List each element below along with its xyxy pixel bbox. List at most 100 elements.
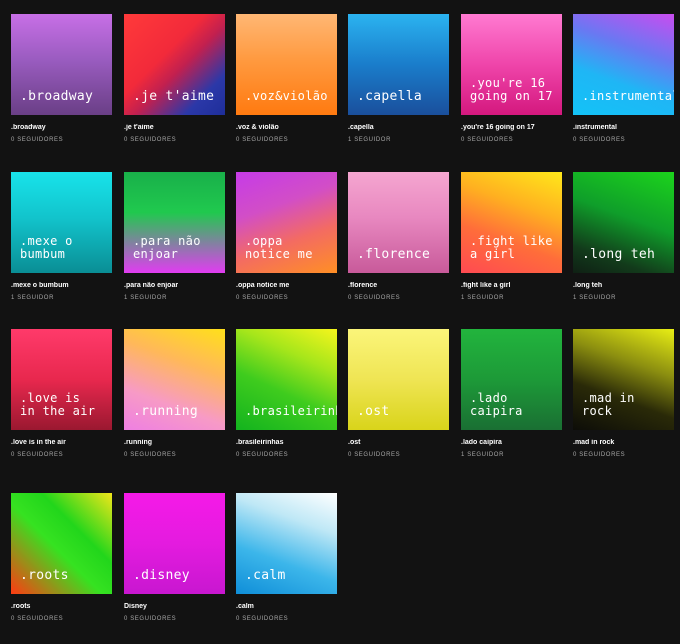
playlist-followers: 0 SEGUIDORES bbox=[573, 137, 626, 143]
playlist-followers: 0 SEGUIDORES bbox=[124, 452, 177, 458]
playlist-cover[interactable]: .oppa notice me bbox=[236, 172, 337, 273]
playlist-cover-label: .para não enjoar bbox=[133, 234, 201, 261]
playlist-title[interactable]: .lado caipira bbox=[461, 439, 562, 446]
playlist-title[interactable]: .ost bbox=[348, 439, 449, 446]
playlist-cover[interactable]: .calm bbox=[236, 493, 337, 594]
playlist-followers: 0 SEGUIDORES bbox=[348, 295, 401, 301]
playlist-cover[interactable]: .capella bbox=[348, 14, 449, 115]
playlist-followers: 0 SEGUIDORES bbox=[348, 452, 401, 458]
playlist-cover[interactable]: .je t'aime bbox=[124, 14, 225, 115]
playlist-cover[interactable]: .roots bbox=[11, 493, 112, 594]
playlist-cover[interactable]: .love is in the air bbox=[11, 329, 112, 430]
playlist-cover[interactable]: .mad in rock bbox=[573, 329, 674, 430]
playlist-title[interactable]: .love is in the air bbox=[11, 439, 112, 446]
playlist-cover-label: .voz&violão bbox=[245, 89, 328, 103]
playlist-followers: 0 SEGUIDORES bbox=[124, 137, 177, 143]
playlist-title[interactable]: .florence bbox=[348, 282, 449, 289]
playlist-cover[interactable]: .voz&violão bbox=[236, 14, 337, 115]
playlist-cover-label: .je t'aime bbox=[133, 89, 215, 104]
playlist-cover[interactable]: .broadway bbox=[11, 14, 112, 115]
playlist-card[interactable]: .para não enjoar .para não enjoar 1 SEGUID… bbox=[124, 172, 225, 301]
playlist-followers: 0 SEGUIDORES bbox=[124, 616, 177, 622]
playlist-title[interactable]: .you're 16 going on 17 bbox=[461, 124, 562, 131]
playlist-cover[interactable]: .florence bbox=[348, 172, 449, 273]
playlist-followers: 1 SEGUIDOR bbox=[573, 295, 617, 301]
playlist-title[interactable]: .roots bbox=[11, 603, 112, 610]
playlist-title[interactable]: .capella bbox=[348, 124, 449, 131]
playlist-title[interactable]: .para não enjoar bbox=[124, 282, 225, 289]
playlist-cover-label: .mexe o bumbum bbox=[20, 234, 73, 261]
playlist-card[interactable]: .instrumental .instrumental 0 SEGUIDORES bbox=[573, 14, 674, 143]
playlist-card[interactable]: .disney Disney 0 SEGUIDORES bbox=[124, 493, 225, 622]
playlist-card[interactable]: .love is in the air .love is in the air 0 … bbox=[11, 329, 112, 458]
playlist-title[interactable]: .mexe o bumbum bbox=[11, 282, 112, 289]
playlist-cover[interactable]: .disney bbox=[124, 493, 225, 594]
playlist-followers: 1 SEGUIDOR bbox=[124, 295, 168, 301]
playlist-cover[interactable]: .instrumental bbox=[573, 14, 674, 115]
playlist-card[interactable]: .mexe o bumbum .mexe o bumbum 1 SEGUIDOR bbox=[11, 172, 112, 301]
playlist-cover[interactable]: .mexe o bumbum bbox=[11, 172, 112, 273]
playlist-card[interactable]: .running .running 0 SEGUIDORES bbox=[124, 329, 225, 458]
playlist-title[interactable]: Disney bbox=[124, 603, 225, 610]
playlist-cover-label: .disney bbox=[133, 568, 190, 583]
playlist-cover[interactable]: .lado caipira bbox=[461, 329, 562, 430]
playlist-cover-label: .mad in rock bbox=[582, 391, 635, 418]
playlist-cover-label: .lado caipira bbox=[470, 391, 523, 418]
playlist-followers: 0 SEGUIDORES bbox=[11, 452, 64, 458]
playlist-cover[interactable]: .brasileirinhas bbox=[236, 329, 337, 430]
playlist-cover-label: .capella bbox=[357, 89, 423, 104]
playlist-title[interactable]: .brasileirinhas bbox=[236, 439, 337, 446]
playlist-cover-label: .roots bbox=[20, 568, 69, 583]
playlist-followers: 0 SEGUIDORES bbox=[573, 452, 626, 458]
playlist-card[interactable]: .oppa notice me .oppa notice me 0 SEGUIDOR… bbox=[236, 172, 337, 301]
playlist-card[interactable]: .calm .calm 0 SEGUIDORES bbox=[236, 493, 337, 622]
playlist-title[interactable]: .je t'aime bbox=[124, 124, 225, 131]
playlist-title[interactable]: .broadway bbox=[11, 124, 112, 131]
playlist-card[interactable]: .lado caipira .lado caipira 1 SEGUIDOR bbox=[461, 329, 562, 458]
playlist-cover[interactable]: .fight like a girl bbox=[461, 172, 562, 273]
playlist-followers: 0 SEGUIDORES bbox=[461, 137, 514, 143]
playlist-grid: .broadway .broadway 0 SEGUIDORES .je t'aime… bbox=[0, 0, 680, 644]
playlist-cover[interactable]: .running bbox=[124, 329, 225, 430]
playlist-card[interactable]: .florence .florence 0 SEGUIDORES bbox=[348, 172, 449, 301]
playlist-card[interactable]: .fight like a girl .fight like a girl 1 SE… bbox=[461, 172, 562, 301]
playlist-title[interactable]: .mad in rock bbox=[573, 439, 674, 446]
playlist-title[interactable]: .instrumental bbox=[573, 124, 674, 131]
playlist-card[interactable]: .long teh .long teh 1 SEGUIDOR bbox=[573, 172, 674, 301]
playlist-card[interactable]: .broadway .broadway 0 SEGUIDORES bbox=[11, 14, 112, 143]
playlist-cover-label: .love is in the air bbox=[20, 391, 96, 418]
playlist-followers: 0 SEGUIDORES bbox=[236, 137, 289, 143]
playlist-card[interactable]: .voz&violão .voz & violão 0 SEGUIDORES bbox=[236, 14, 337, 143]
playlist-cover-label: .running bbox=[133, 404, 199, 419]
playlist-followers: 0 SEGUIDORES bbox=[11, 616, 64, 622]
playlist-title[interactable]: .running bbox=[124, 439, 225, 446]
playlist-followers: 0 SEGUIDORES bbox=[11, 137, 64, 143]
playlist-card[interactable]: .ost .ost 0 SEGUIDORES bbox=[348, 329, 449, 458]
playlist-followers: 0 SEGUIDORES bbox=[236, 295, 289, 301]
playlist-followers: 1 SEGUIDOR bbox=[461, 452, 505, 458]
playlist-cover-label: .fight like a girl bbox=[470, 234, 553, 261]
playlist-title[interactable]: .oppa notice me bbox=[236, 282, 337, 289]
playlist-cover-label: .oppa notice me bbox=[245, 234, 313, 261]
playlist-card[interactable]: .je t'aime .je t'aime 0 SEGUIDORES bbox=[124, 14, 225, 143]
playlist-followers: 1 SEGUIDOR bbox=[11, 295, 55, 301]
playlist-cover-label: .long teh bbox=[582, 247, 656, 262]
playlist-title[interactable]: .long teh bbox=[573, 282, 674, 289]
playlist-cover-label: .broadway bbox=[20, 89, 94, 104]
playlist-card[interactable]: .you're 16 going on 17 .you're 16 going o… bbox=[461, 14, 562, 143]
playlist-card[interactable]: .mad in rock .mad in rock 0 SEGUIDORES bbox=[573, 329, 674, 458]
playlist-cover[interactable]: .para não enjoar bbox=[124, 172, 225, 273]
playlist-followers: 1 SEGUIDOR bbox=[461, 295, 505, 301]
playlist-card[interactable]: .capella .capella 1 SEGUIDOR bbox=[348, 14, 449, 143]
playlist-cover[interactable]: .long teh bbox=[573, 172, 674, 273]
playlist-card[interactable]: .brasileirinhas .brasileirinhas 0 SEGUIDOR… bbox=[236, 329, 337, 458]
playlist-cover-label: .instrumental bbox=[582, 89, 674, 103]
playlist-title[interactable]: .calm bbox=[236, 603, 337, 610]
playlist-followers: 0 SEGUIDORES bbox=[236, 452, 289, 458]
playlist-title[interactable]: .fight like a girl bbox=[461, 282, 562, 289]
playlist-card[interactable]: .roots .roots 0 SEGUIDORES bbox=[11, 493, 112, 622]
playlist-cover-label: .ost bbox=[357, 404, 390, 419]
playlist-cover[interactable]: .ost bbox=[348, 329, 449, 430]
playlist-title[interactable]: .voz & violão bbox=[236, 124, 337, 131]
playlist-cover[interactable]: .you're 16 going on 17 bbox=[461, 14, 562, 115]
